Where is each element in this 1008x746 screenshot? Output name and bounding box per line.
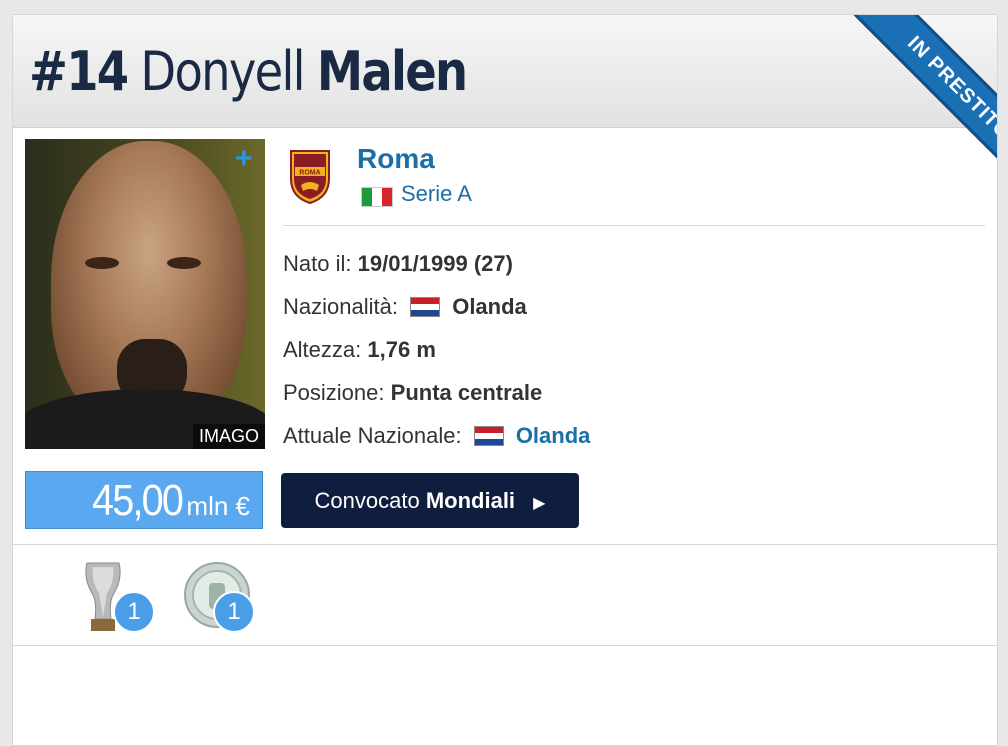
svg-text:ROMA: ROMA <box>299 170 320 177</box>
add-photo-plus-icon[interactable]: + <box>235 144 253 174</box>
player-last-name: Malen <box>316 40 468 103</box>
national-team-label: Attuale Nazionale: <box>283 423 462 448</box>
market-value-box[interactable]: 45,00 mln € <box>25 471 263 529</box>
info-row-nationality: Nazionalità: Olanda <box>283 294 527 320</box>
player-name: #14 Donyell Malen <box>29 37 468 107</box>
player-first-name: Donyell <box>140 40 305 103</box>
netherlands-flag-icon <box>473 426 504 446</box>
info-row-position: Posizione: Punta centrale <box>283 380 542 406</box>
player-photo[interactable]: IMAGO <box>25 139 265 449</box>
trophy-item-plate[interactable]: 1 <box>179 559 255 635</box>
trophy-count-badge: 1 <box>213 591 255 633</box>
photo-credit: IMAGO <box>192 424 265 449</box>
height-value: 1,76 m <box>367 337 436 362</box>
height-label: Altezza: <box>283 337 362 362</box>
loan-ribbon-label: IN PRESTITO <box>850 15 997 193</box>
caret-right-icon: ▶ <box>533 495 546 512</box>
national-team-link[interactable]: Olanda <box>516 423 591 448</box>
born-label: Nato il: <box>283 251 352 276</box>
section-divider <box>13 544 997 545</box>
market-value-amount: 45,00 <box>91 476 184 525</box>
convocato-mondiali-button[interactable]: Convocato Mondiali ▶ <box>281 473 579 528</box>
italy-flag-icon <box>361 187 393 207</box>
trophy-item-europa-league[interactable]: 1 <box>73 559 155 635</box>
info-row-height: Altezza: 1,76 m <box>283 337 436 363</box>
loan-ribbon: IN PRESTITO <box>819 15 997 193</box>
club-name-link[interactable]: Roma <box>357 143 435 175</box>
market-value-unit: mln € <box>186 491 250 521</box>
section-divider <box>13 645 997 646</box>
cta-bold: Mondiali <box>425 488 516 513</box>
shirt-number: #14 <box>29 40 129 103</box>
nationality-label: Nazionalità: <box>283 294 398 319</box>
roma-crest-icon[interactable]: ROMA <box>289 149 331 205</box>
info-row-born: Nato il: 19/01/1999 (27) <box>283 251 513 277</box>
nationality-value: Olanda <box>452 294 527 319</box>
league-name-link[interactable]: Serie A <box>401 181 472 207</box>
netherlands-flag-icon <box>410 297 441 317</box>
info-row-national-team: Attuale Nazionale: Olanda <box>283 423 590 449</box>
club-divider <box>283 225 985 226</box>
position-label: Posizione: <box>283 380 385 405</box>
position-value: Punta centrale <box>390 380 543 405</box>
trophy-count-badge: 1 <box>113 591 155 633</box>
cta-prefix: Convocato <box>314 488 420 513</box>
player-card: #14 Donyell Malen IMAGO + 45,00 mln € RO… <box>12 14 998 746</box>
born-value: 19/01/1999 (27) <box>357 251 513 276</box>
